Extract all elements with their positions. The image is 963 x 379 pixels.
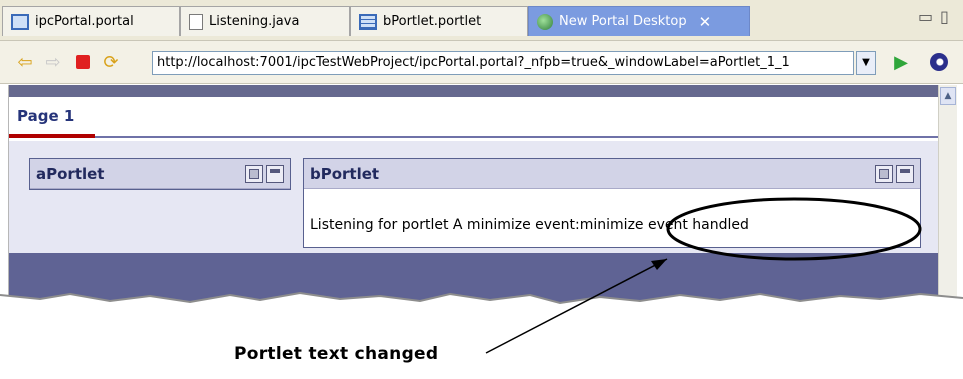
globe-icon: [537, 13, 553, 30]
torn-edge: [0, 291, 963, 325]
annotation-label: Portlet text changed: [234, 344, 439, 364]
close-icon[interactable]: ✕: [699, 13, 712, 31]
forward-icon[interactable]: ⇨: [42, 51, 64, 73]
eclipse-icon: [928, 51, 950, 73]
stop-icon[interactable]: [72, 51, 94, 73]
minimize-icon[interactable]: [875, 164, 893, 183]
page-divider: [95, 136, 939, 138]
bportlet: bPortlet Listening for portlet A minimiz…: [303, 158, 921, 248]
maximize-icon[interactable]: [896, 164, 914, 183]
url-field[interactable]: http://localhost:7001/ipcTestWebProject/…: [152, 51, 854, 75]
maximize-icon[interactable]: [266, 164, 284, 183]
portlet-file-icon: [359, 13, 377, 30]
vertical-scrollbar[interactable]: ▲: [938, 85, 957, 303]
minimize-view-icon[interactable]: ▭: [918, 7, 933, 26]
editor-tab-strip: ipcPortal.portal Listening.java bPortlet…: [0, 0, 963, 40]
portlet-header: bPortlet: [304, 159, 920, 189]
go-icon[interactable]: ▶: [890, 51, 912, 73]
tab-label: ipcPortal.portal: [35, 14, 134, 29]
active-page-indicator: [9, 134, 95, 138]
portlet-content: Listening for portlet A minimize event:m…: [310, 217, 749, 233]
browser-toolbar: ⇦ ⇨ ⟳ http://localhost:7001/ipcTestWebPr…: [0, 40, 963, 84]
tab-label: New Portal Desktop: [559, 14, 687, 29]
portlet-title: bPortlet: [310, 164, 380, 183]
url-dropdown-icon[interactable]: ▼: [856, 51, 876, 75]
portlet-title: aPortlet: [36, 164, 105, 183]
tab-label: Listening.java: [209, 14, 300, 29]
portal-desktop: Page 1 aPortlet bPortlet Listening for p…: [8, 85, 939, 303]
minimize-icon[interactable]: [245, 164, 263, 183]
tab-listening-java[interactable]: Listening.java: [180, 6, 350, 36]
java-file-icon: [189, 13, 203, 30]
portal-header-band: [9, 85, 939, 97]
aportlet: aPortlet: [29, 158, 291, 190]
refresh-icon[interactable]: ⟳: [100, 51, 122, 73]
tab-ipcportal[interactable]: ipcPortal.portal: [2, 6, 180, 36]
scroll-up-icon[interactable]: ▲: [940, 87, 956, 105]
tab-bportlet[interactable]: bPortlet.portlet: [350, 6, 528, 36]
tab-label: bPortlet.portlet: [383, 14, 482, 29]
maximize-view-icon[interactable]: ▯: [940, 7, 949, 26]
portal-file-icon: [11, 13, 29, 30]
page-tab[interactable]: Page 1: [17, 107, 74, 125]
back-icon[interactable]: ⇦: [14, 51, 36, 73]
portlet-header: aPortlet: [30, 159, 290, 189]
tab-new-portal-desktop[interactable]: New Portal Desktop ✕: [528, 6, 750, 36]
